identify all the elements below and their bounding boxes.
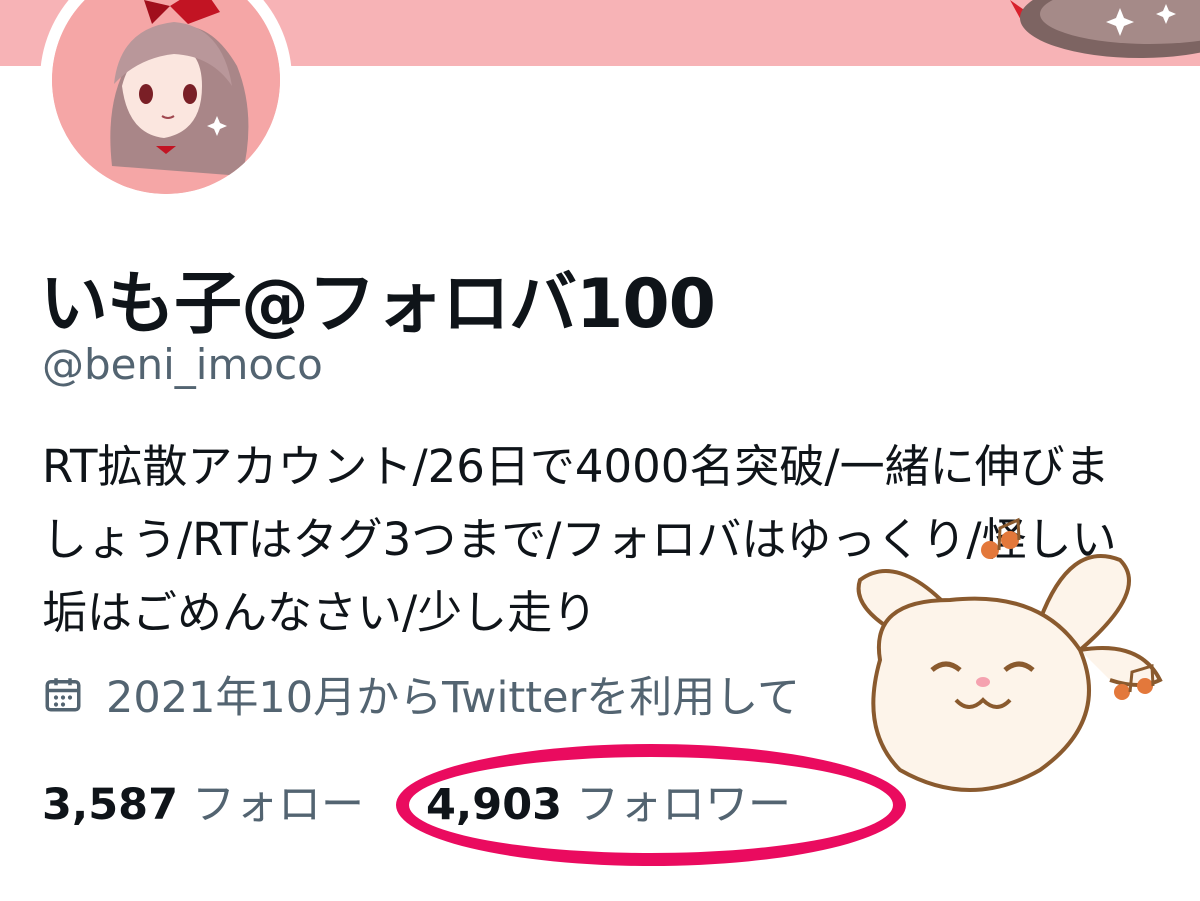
profile-avatar[interactable] xyxy=(40,0,292,206)
following-label: フォロー xyxy=(192,780,365,830)
banner-illustration xyxy=(1010,0,1200,58)
joined-text: 2021年10月からTwitterを利用して xyxy=(106,673,800,723)
joined-date: 2021年10月からTwitterを利用して xyxy=(42,666,800,723)
user-handle: @beni_imoco xyxy=(42,340,323,389)
calendar-icon xyxy=(45,678,81,712)
highlight-circle xyxy=(396,744,906,866)
display-name: いも子@フォロバ100 xyxy=(40,265,716,344)
bunny-sticker xyxy=(856,517,1163,792)
avatar-image xyxy=(52,0,280,194)
following-count: 3,587 xyxy=(42,780,179,830)
following-link[interactable]: 3,587 フォロー xyxy=(42,770,364,832)
